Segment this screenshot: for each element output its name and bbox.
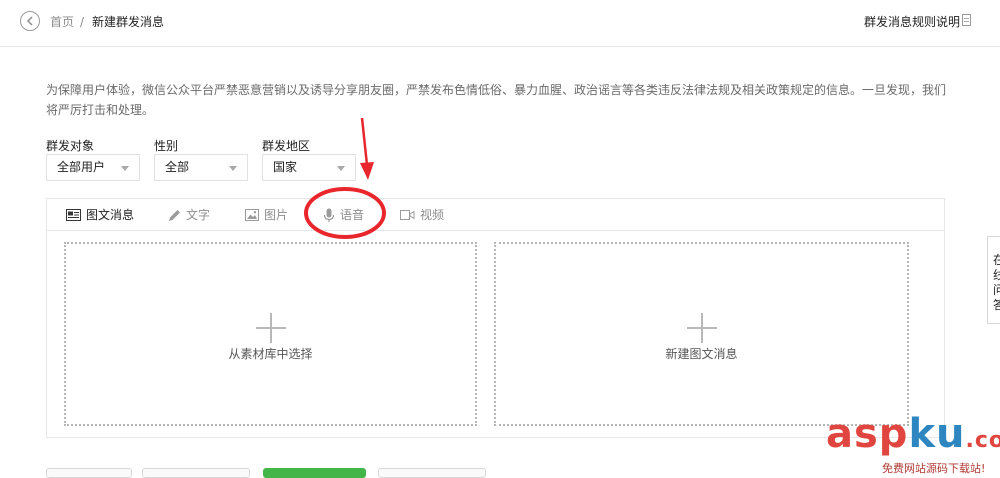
tab-text[interactable]: 文字 — [168, 207, 210, 223]
bottom-button[interactable] — [46, 468, 132, 478]
tab-voice-label: 语音 — [340, 208, 365, 222]
new-news-label: 新建图文消息 — [665, 347, 738, 361]
watermark-asp: asp — [826, 411, 909, 457]
breadcrumb-separator: / — [80, 15, 85, 29]
tab-voice[interactable]: 语音 — [323, 207, 364, 223]
region-select[interactable]: 国家 — [262, 154, 356, 181]
news-icon — [66, 209, 81, 221]
tab-news-label: 图文消息 — [86, 208, 135, 222]
video-camera-icon — [400, 210, 415, 220]
tab-news[interactable]: 图文消息 — [66, 207, 134, 223]
tab-image[interactable]: 图片 — [245, 207, 288, 223]
plus-icon — [686, 313, 717, 343]
target-select-value: 全部用户 — [57, 160, 106, 174]
tab-text-label: 文字 — [186, 208, 211, 222]
watermark-subtitle: 免费网站源码下载站! — [882, 462, 986, 475]
select-from-library-card[interactable]: 从素材库中选择 — [64, 242, 477, 426]
side-tab-char: 在 — [993, 253, 1000, 267]
tab-image-label: 图片 — [264, 208, 289, 222]
side-tab-char: 答 — [993, 298, 1000, 312]
select-from-library-label: 从素材库中选择 — [228, 347, 313, 361]
bottom-button[interactable] — [378, 468, 486, 478]
image-icon — [245, 209, 259, 221]
region-label: 群发地区 — [262, 139, 311, 153]
watermark-logo: aspku.com 免费网站源码下载站! — [826, 411, 1000, 475]
watermark-com: .com — [965, 428, 1000, 453]
side-tab-char: 问 — [993, 283, 1000, 297]
annotation-arrow-head — [360, 162, 374, 180]
message-editor: 图文消息 文字 图片 语音 视频 从素材库中选择 新建图文消息 — [46, 198, 945, 438]
watermark-ku: ku — [908, 411, 966, 457]
message-type-tabs: 图文消息 文字 图片 语音 视频 — [47, 199, 944, 231]
target-label: 群发对象 — [46, 139, 95, 153]
gender-select[interactable]: 全部 — [154, 154, 248, 181]
tab-video-label: 视频 — [420, 208, 445, 222]
top-bar: 首页 / 新建群发消息 群发消息规则说明 — [0, 0, 1000, 47]
chevron-left-icon — [26, 16, 33, 26]
gender-select-value: 全部 — [165, 160, 190, 174]
plus-icon — [255, 313, 286, 343]
annotation-arrow-shaft — [360, 117, 369, 166]
target-select[interactable]: 全部用户 — [46, 154, 140, 181]
pen-icon — [169, 209, 180, 221]
caret-down-icon — [337, 166, 345, 171]
rules-link[interactable]: 群发消息规则说明 — [864, 14, 960, 30]
online-qa-tab[interactable]: 在 线 问 答 — [987, 236, 1000, 324]
breadcrumb-home-link[interactable]: 首页 — [50, 14, 74, 30]
tab-video[interactable]: 视频 — [400, 207, 444, 223]
bottom-button[interactable] — [142, 468, 250, 478]
caret-down-icon — [229, 166, 237, 171]
gender-label: 性别 — [154, 139, 179, 153]
region-select-value: 国家 — [273, 160, 298, 174]
policy-notice: 为保障用户体验，微信公众平台严禁恶意营销以及诱导分享朋友圈，严禁发布色情低俗、暴… — [46, 83, 947, 117]
side-tab-char: 线 — [993, 268, 1000, 282]
caret-down-icon — [121, 166, 129, 171]
back-button[interactable] — [20, 11, 40, 31]
page-title: 新建群发消息 — [92, 15, 165, 29]
new-news-card[interactable]: 新建图文消息 — [494, 242, 909, 426]
send-button[interactable] — [263, 468, 366, 478]
microphone-icon — [323, 208, 335, 222]
document-icon[interactable] — [962, 14, 971, 26]
